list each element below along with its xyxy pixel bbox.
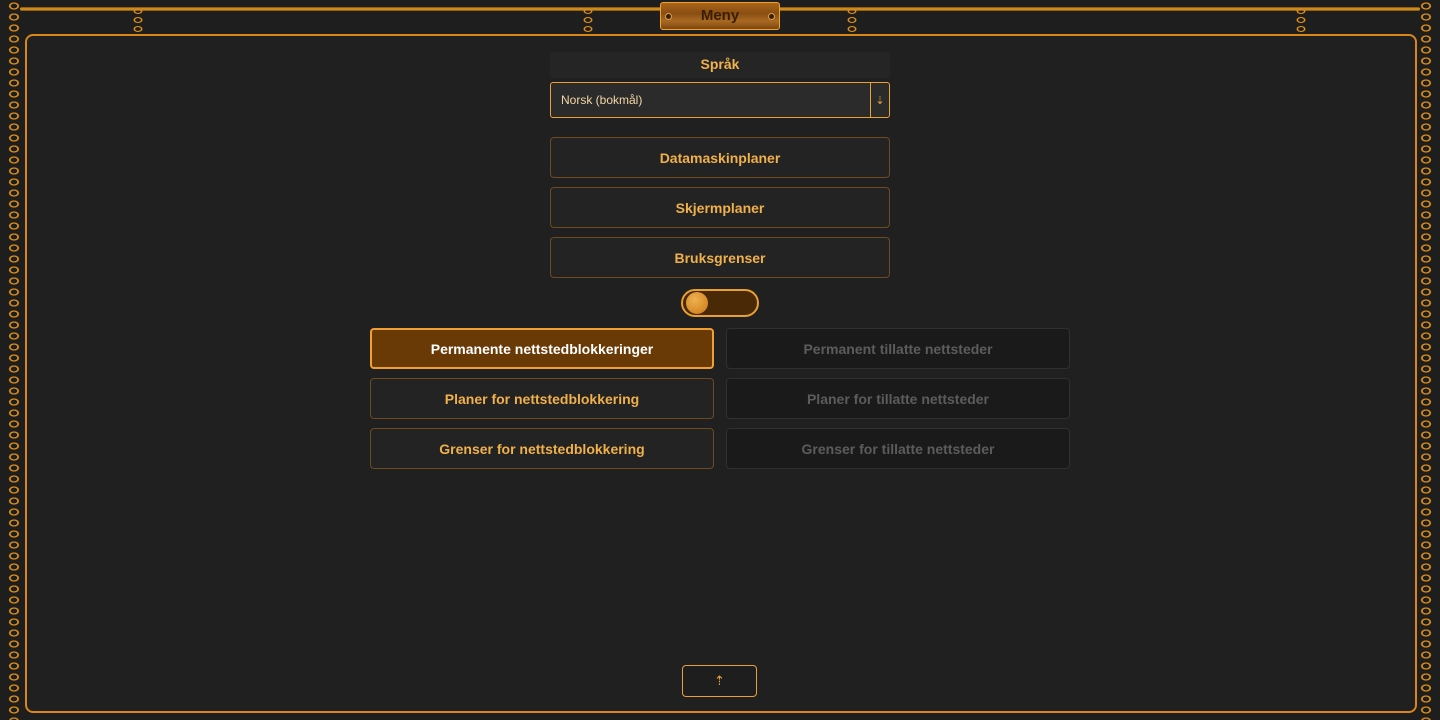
scroll-up-button[interactable]: ⇡ <box>682 665 757 697</box>
dropdown-arrow-icon[interactable]: ⇣ <box>870 83 889 117</box>
hanger-chain-1 <box>132 6 144 36</box>
block-limits-button[interactable]: Grenser for nettstedblokkering <box>370 428 714 469</box>
hanger-chain-2 <box>582 6 594 36</box>
left-chain-decoration <box>6 0 22 720</box>
menu-title-plaque[interactable]: Meny <box>660 2 780 30</box>
screen-schedules-button[interactable]: Skjermplaner <box>550 187 890 228</box>
rivet-right-icon <box>768 13 775 20</box>
hanger-chain-3 <box>846 6 858 36</box>
computer-schedules-button[interactable]: Datamaskinplaner <box>550 137 890 178</box>
rivet-left-icon <box>665 13 672 20</box>
block-allow-toggle[interactable] <box>681 289 759 317</box>
permanent-block-button[interactable]: Permanente nettstedblokkeringer <box>370 328 714 369</box>
allow-limits-button[interactable]: Grenser for tillatte nettsteder <box>726 428 1070 469</box>
app-window: Meny Språk Norsk (bokmål) ⇣ Datamaskinpl… <box>0 0 1440 720</box>
hanger-chain-4 <box>1295 6 1307 36</box>
permanent-allow-button[interactable]: Permanent tillatte nettsteder <box>726 328 1070 369</box>
usage-limits-button[interactable]: Bruksgrenser <box>550 237 890 278</box>
menu-title: Meny <box>700 7 740 24</box>
language-select[interactable]: Norsk (bokmål) ⇣ <box>550 82 890 118</box>
block-schedules-button[interactable]: Planer for nettstedblokkering <box>370 378 714 419</box>
main-panel <box>25 34 1417 713</box>
language-selected-value: Norsk (bokmål) <box>561 93 643 107</box>
toggle-knob <box>686 292 708 314</box>
right-chain-decoration <box>1418 0 1434 720</box>
allow-schedules-button[interactable]: Planer for tillatte nettsteder <box>726 378 1070 419</box>
language-header: Språk <box>550 52 890 78</box>
arrow-up-icon: ⇡ <box>714 673 725 688</box>
